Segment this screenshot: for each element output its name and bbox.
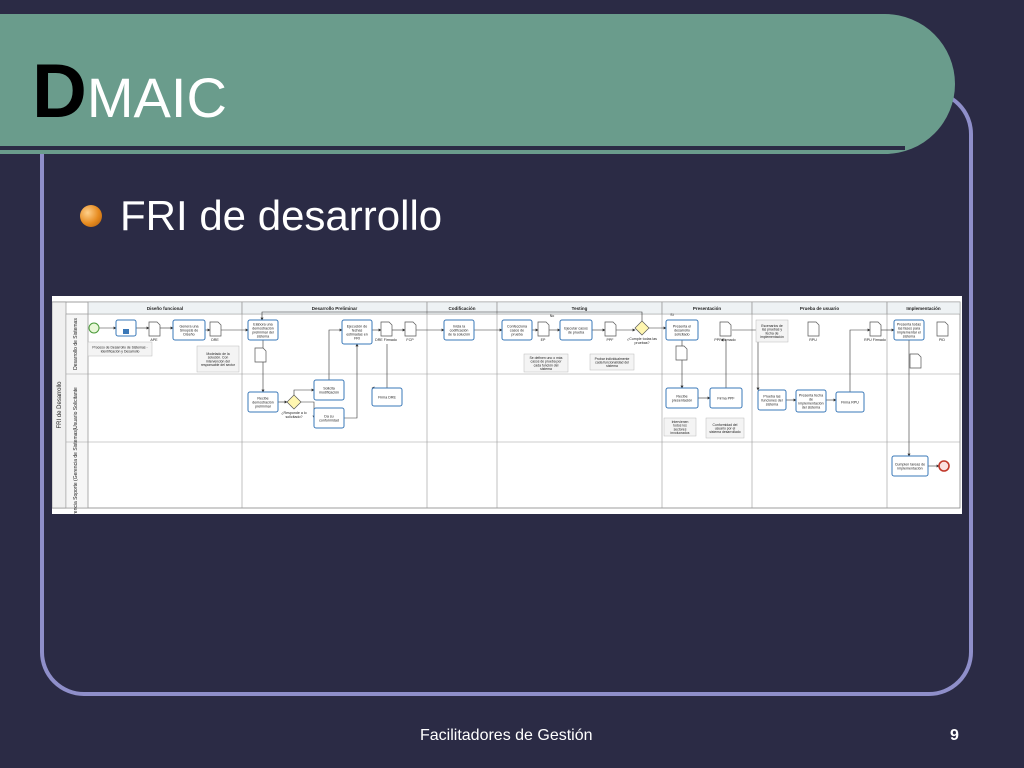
title-first-letter: D — [32, 49, 87, 134]
subprocess-marker-icon — [123, 329, 129, 334]
phase-label: Implementación — [906, 306, 941, 311]
footer-text: Facilitadores de Gestión — [420, 727, 593, 744]
document-icon — [909, 353, 922, 369]
document-label: DRE — [211, 338, 219, 342]
document-label: PPF — [607, 338, 615, 342]
slide-number: 9 — [950, 727, 959, 744]
document-icon — [254, 347, 267, 363]
document-label: DRE Firmado — [375, 338, 397, 342]
phase-label: Desarrollo Preliminar — [312, 306, 358, 311]
annotation-text: Proceso de Desarrollo de Sistemas -Ident… — [92, 346, 147, 354]
slide-title: DMAIC — [32, 54, 227, 130]
phase-label: Testing — [572, 306, 588, 311]
document-label: FCP — [406, 338, 414, 342]
document-label: EP — [541, 338, 546, 342]
document-icon — [869, 321, 882, 337]
task-label: Presenta fecha de implementación del sistem… — [798, 394, 823, 410]
document-icon — [807, 321, 820, 337]
pool-label: FRI de Desarrollo — [57, 381, 63, 429]
document-label: APE — [150, 338, 158, 342]
document-label: PID — [939, 338, 945, 342]
lane-label: Desarrollo de Sistemas — [73, 318, 79, 370]
task-label: Cumplen tareas de implementación — [895, 463, 925, 471]
phase-label: Diseño funcional — [147, 306, 183, 311]
document-icon — [404, 321, 417, 337]
task-label: Firma DRE — [378, 396, 396, 400]
process-diagram: FRI de Desarrollo Desarrollo de Sistemas U… — [51, 296, 962, 522]
bullet-text: FRI de desarrollo — [120, 192, 443, 239]
flow-label-no: No — [550, 314, 555, 318]
document-label: RPU — [809, 338, 817, 342]
end-event-icon — [938, 460, 950, 472]
start-event-icon — [88, 322, 100, 334]
document-icon — [380, 321, 393, 337]
phase-label: Presentación — [693, 306, 722, 311]
task-label: Presenta el desarrollo solicitado — [673, 325, 691, 337]
document-icon — [537, 321, 550, 337]
phase-label: Prueba de usuario — [800, 306, 840, 311]
lane-label: Usuario Solicitante — [73, 387, 79, 429]
title-divider — [0, 146, 905, 150]
lane-label: Gerencia Soporte (Gerencia de Sistemas) — [73, 428, 79, 514]
document-icon — [936, 321, 949, 337]
flow-label-yes: Sí — [670, 313, 673, 317]
phase-label: Codificación — [448, 306, 475, 311]
title-rest: MAIC — [86, 66, 227, 129]
document-icon — [675, 345, 688, 361]
bullet-item: FRI de desarrollo — [80, 192, 442, 240]
annotation-text: Escenarios de las pruebas y fecha de implem… — [760, 324, 784, 339]
bullet-icon — [80, 205, 102, 227]
task-label: Firma PPF — [717, 397, 735, 401]
document-icon — [719, 321, 732, 337]
document-icon — [604, 321, 617, 337]
document-icon — [148, 321, 161, 337]
bpmn-diagram: FRI de Desarrollo Desarrollo de Sistemas U… — [51, 301, 961, 522]
document-icon — [209, 321, 222, 337]
document-label: PPF Firmado — [714, 338, 735, 342]
document-label: RPU Firmado — [864, 338, 886, 342]
task-label: Firma RPU — [841, 401, 859, 405]
title-band: DMAIC — [0, 14, 955, 154]
